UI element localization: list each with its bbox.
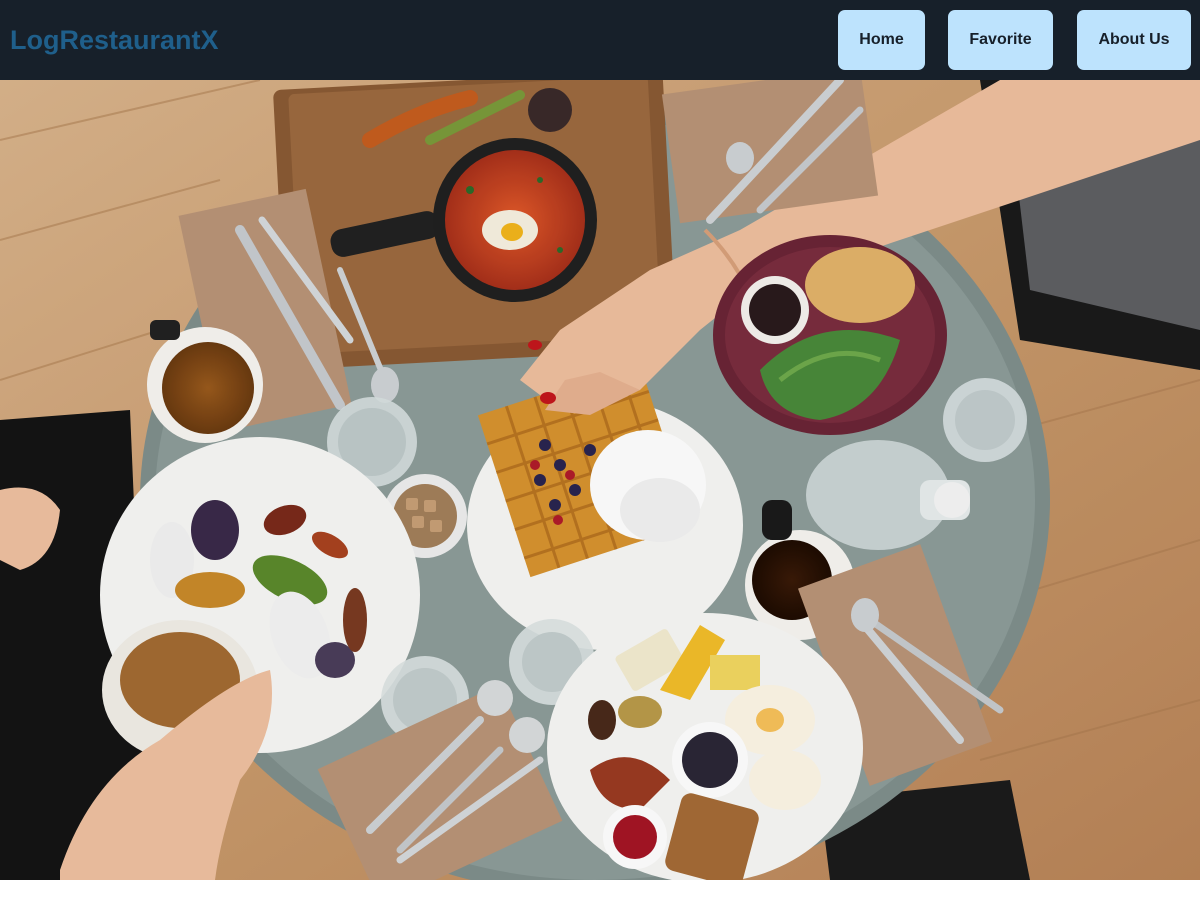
nav-home-button[interactable]: Home (838, 10, 925, 70)
nav-about-us-button[interactable]: About Us (1077, 10, 1191, 70)
page-bottom-space (0, 880, 1200, 900)
top-navbar: LogRestaurantX Home Favorite About Us (0, 0, 1200, 80)
brand-logo-text[interactable]: LogRestaurantX (10, 22, 219, 58)
hero-breakfast-illustration (0, 80, 1200, 880)
hero-image (0, 80, 1200, 880)
nav-favorite-button[interactable]: Favorite (948, 10, 1053, 70)
